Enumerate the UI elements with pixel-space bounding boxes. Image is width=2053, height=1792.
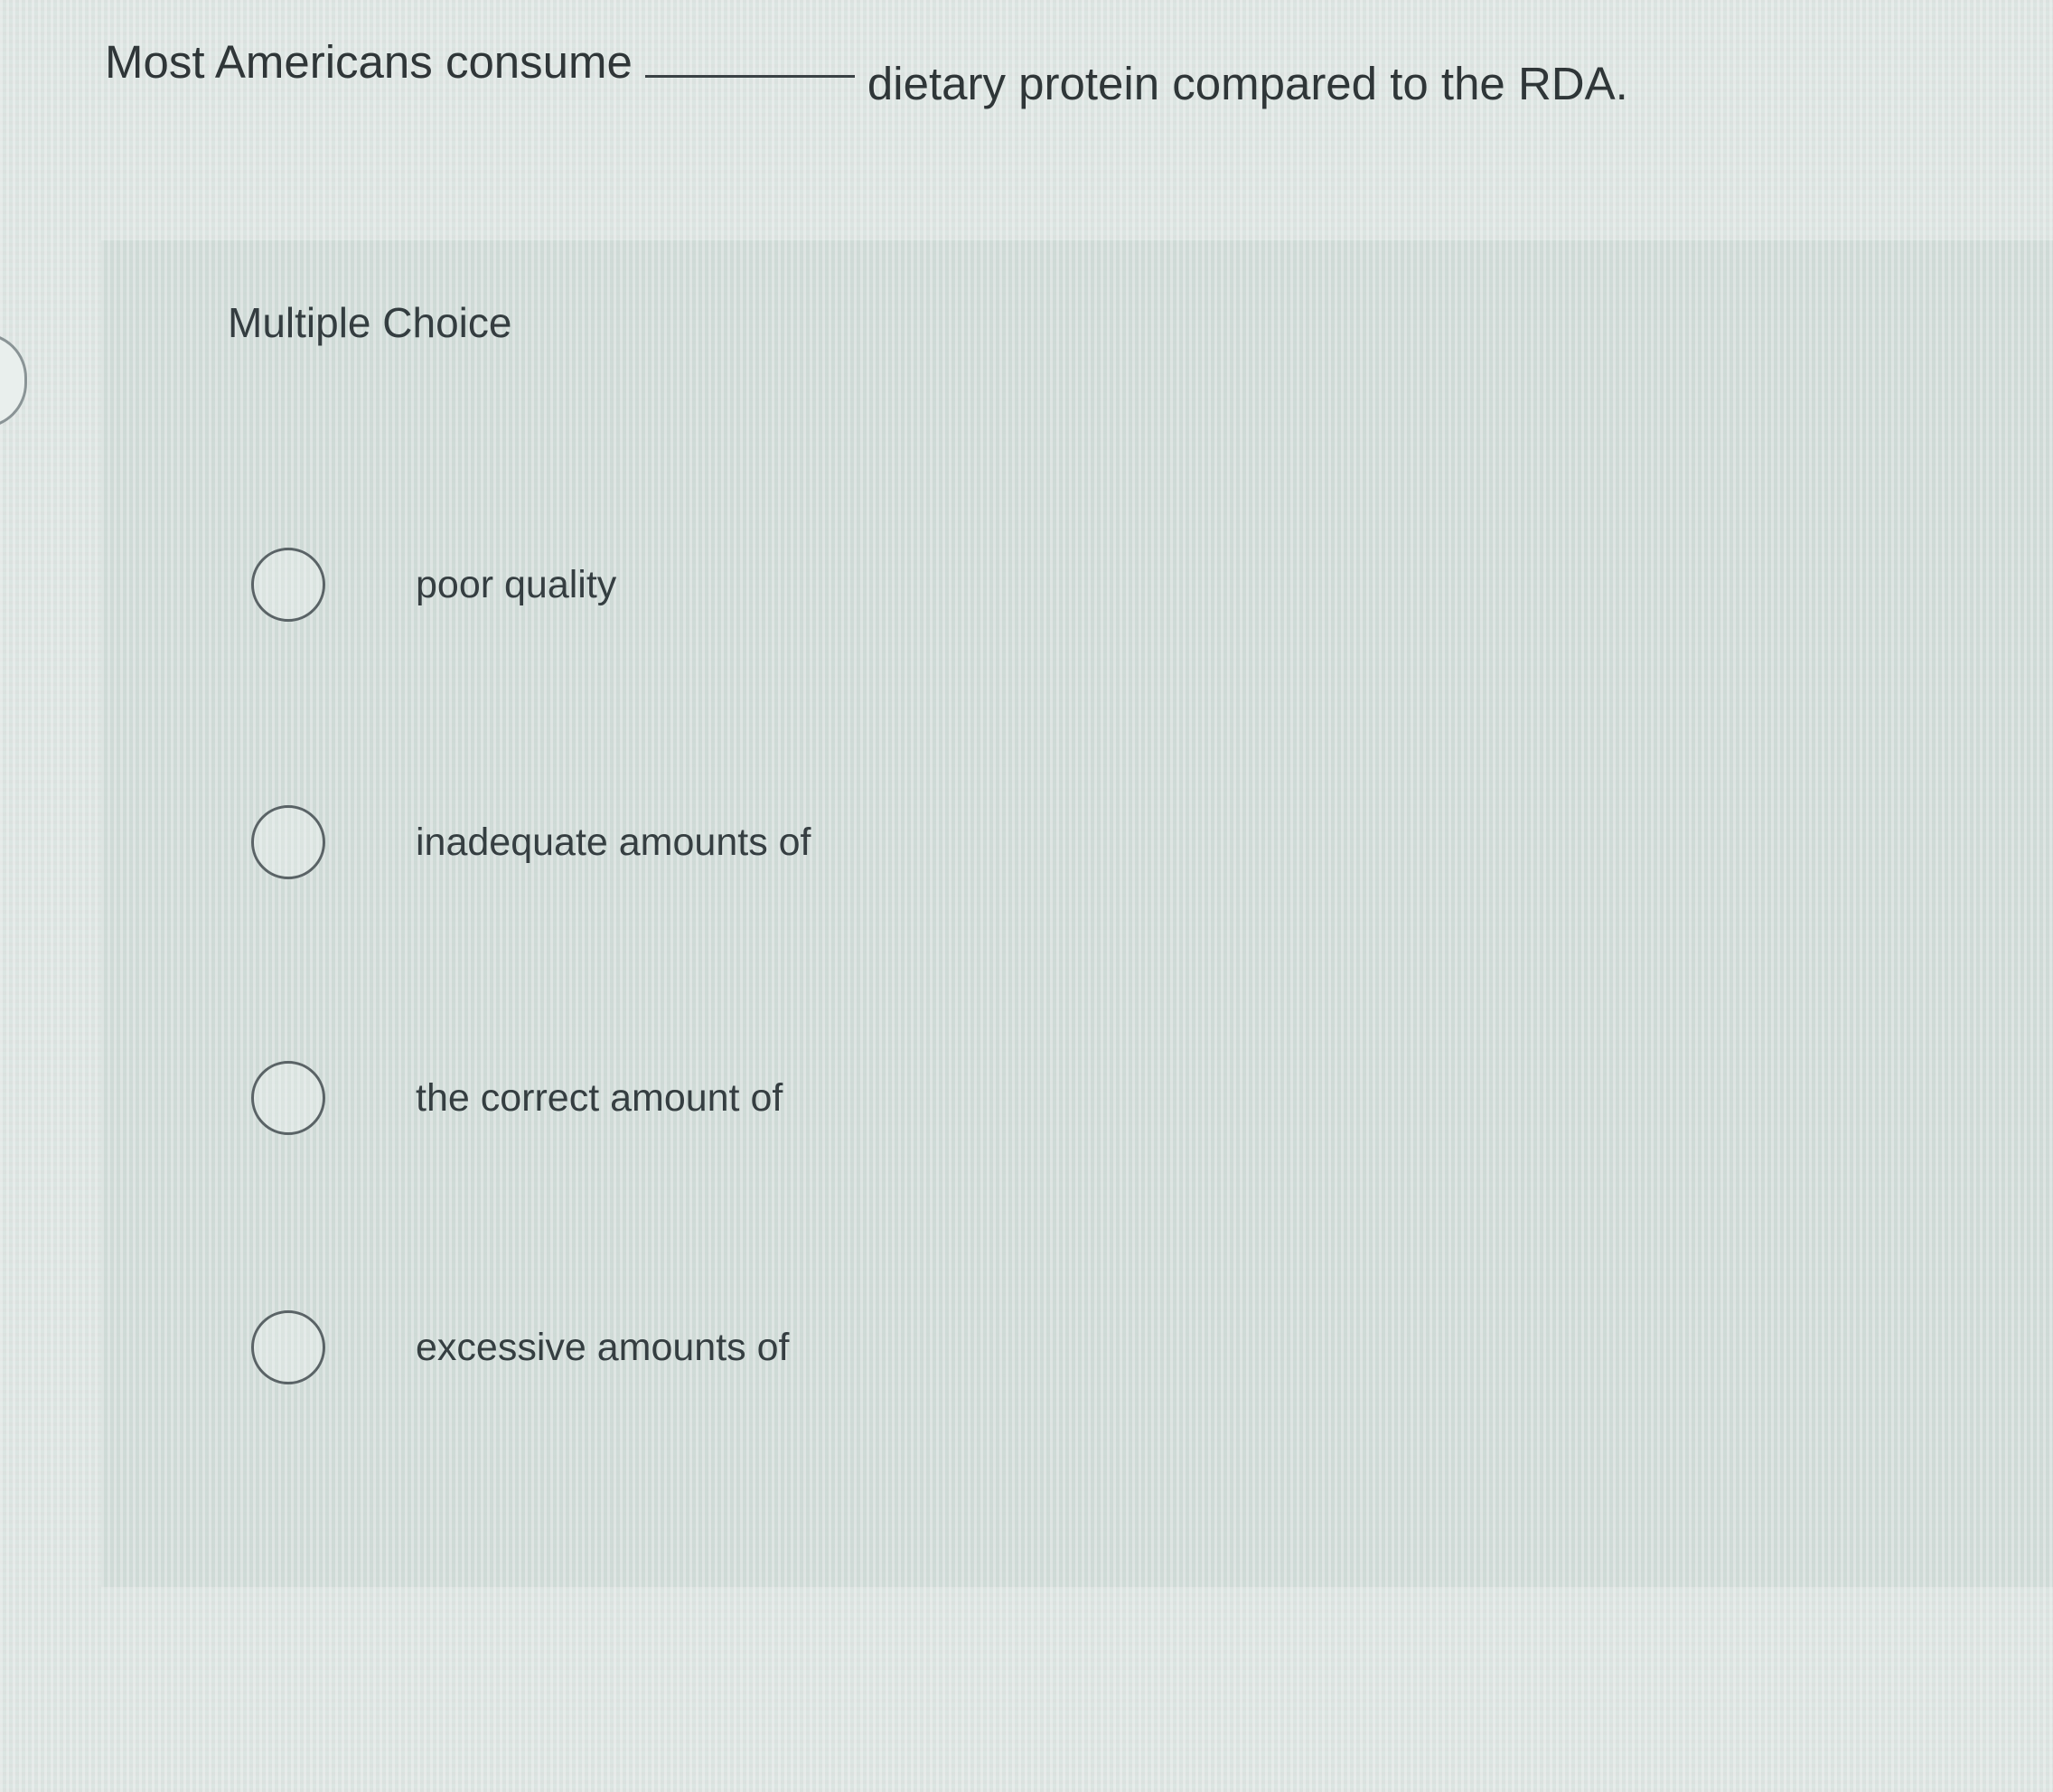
answer-option-correct-amount[interactable]: the correct amount of xyxy=(251,1061,783,1135)
answer-panel xyxy=(101,240,2053,1587)
answer-option-label: inadequate amounts of xyxy=(416,820,811,864)
question-type-label: Multiple Choice xyxy=(228,299,512,346)
radio-circle-icon[interactable] xyxy=(251,1310,325,1384)
radio-circle-icon[interactable] xyxy=(251,805,325,879)
quiz-page: Most Americans consume dietary protein co… xyxy=(0,0,2053,1792)
radio-circle-icon[interactable] xyxy=(251,1061,325,1135)
answer-option-label: the correct amount of xyxy=(416,1075,783,1120)
answer-option-label: poor quality xyxy=(416,562,617,606)
answer-option-excessive[interactable]: excessive amounts of xyxy=(251,1310,789,1384)
answer-option-label: excessive amounts of xyxy=(416,1325,790,1369)
answer-option-inadequate[interactable]: inadequate amounts of xyxy=(251,805,811,879)
question-prompt: Most Americans consume dietary protein co… xyxy=(105,33,1912,109)
question-text-after: dietary protein compared to the RDA. xyxy=(867,58,1628,109)
question-text-before: Most Americans consume xyxy=(105,36,633,88)
radio-circle-icon[interactable] xyxy=(251,548,325,622)
answer-option-poor-quality[interactable]: poor quality xyxy=(251,548,616,622)
side-navigation-tab[interactable] xyxy=(0,333,27,428)
answer-blank xyxy=(644,74,855,78)
